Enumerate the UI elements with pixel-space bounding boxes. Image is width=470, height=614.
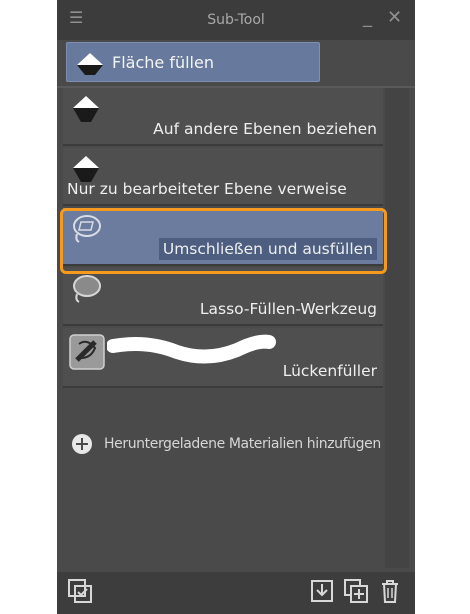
tab-label: Fläche füllen [112, 53, 214, 72]
list-item-auf-andere-ebenen[interactable]: Auf andere Ebenen beziehen [63, 88, 383, 146]
list-item-label: Lückenfüller [282, 362, 377, 380]
list-item-lueckenfueller[interactable]: Lückenfüller [63, 328, 383, 388]
minimize-icon[interactable]: _ [363, 9, 372, 27]
list-item-nur-bearbeitete-ebene[interactable]: Nur zu bearbeiteter Ebene verweise [63, 148, 383, 206]
add-materials-row[interactable]: Heruntergeladene Materialien hinzufügen [72, 434, 381, 454]
panel-footer [57, 572, 415, 614]
list-item-label: Lasso-Füllen-Werkzeug [199, 300, 377, 318]
selection-highlight-box [60, 208, 387, 274]
close-icon[interactable]: ✕ [387, 9, 402, 27]
lasso-icon [73, 275, 101, 303]
tab-flaeche-fuellen[interactable]: Fläche füllen [66, 42, 320, 82]
import-icon[interactable] [309, 578, 335, 604]
panel-title: Sub-Tool [207, 12, 265, 28]
list-scrollbar[interactable] [385, 88, 409, 568]
list-item-label: Nur zu bearbeiteter Ebene verweise [67, 180, 347, 198]
paint-bucket-icon [73, 96, 99, 122]
list-item-lasso-fuellen[interactable]: Lasso-Füllen-Werkzeug [63, 268, 383, 326]
delete-icon[interactable] [377, 578, 403, 604]
sub-tool-options-icon[interactable] [67, 578, 93, 604]
gap-filler-icon [69, 334, 105, 370]
title-bar: ☰ Sub-Tool _ ✕ [57, 0, 415, 40]
plus-circle-icon [72, 434, 92, 454]
paint-bucket-icon [77, 53, 103, 75]
brush-stroke-preview [107, 334, 276, 364]
list-item-label: Auf andere Ebenen beziehen [153, 120, 377, 138]
duplicate-icon[interactable] [343, 578, 369, 604]
add-materials-label: Heruntergeladene Materialien hinzufügen [104, 436, 381, 452]
sub-tool-panel: ☰ Sub-Tool _ ✕ Fläche füllen Auf andere … [57, 0, 415, 614]
